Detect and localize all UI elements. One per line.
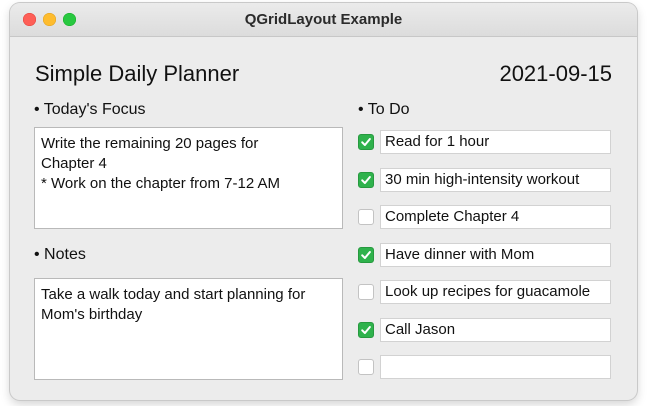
notes-text-area[interactable]: Take a walk today and start planning for… [34, 278, 343, 380]
todo-item: Have dinner with Mom [358, 243, 612, 267]
todo-checkbox[interactable] [358, 284, 374, 300]
planner-date: 2021-09-15 [499, 61, 612, 86]
todo-checkbox[interactable] [358, 359, 374, 375]
window-title: QGridLayout Example [244, 11, 403, 28]
todo-item: Call Jason [358, 318, 612, 342]
todo-item: Look up recipes for guacamole [358, 280, 612, 304]
todo-item-field[interactable]: Look up recipes for guacamole [380, 280, 611, 304]
todo-item: Read for 1 hour [358, 130, 612, 154]
todo-item-field[interactable]: 30 min high-intensity workout [380, 168, 611, 192]
todo-item: 30 min high-intensity workout [358, 168, 612, 192]
checkmark-icon [361, 138, 371, 146]
todo-item-field[interactable] [380, 355, 611, 379]
checkmark-icon [361, 326, 371, 334]
todo-label: • To Do [358, 101, 410, 118]
checkmark-icon [361, 251, 371, 259]
todo-checkbox[interactable] [358, 247, 374, 263]
notes-label: • Notes [34, 246, 86, 263]
todo-checkbox[interactable] [358, 134, 374, 150]
todo-item-field[interactable]: Have dinner with Mom [380, 243, 611, 267]
todo-item-field[interactable]: Call Jason [380, 318, 611, 342]
todo-item-field[interactable]: Complete Chapter 4 [380, 205, 611, 229]
app-window: QGridLayout Example Simple Daily Planner… [10, 3, 637, 400]
focus-label: • Today's Focus [34, 101, 146, 118]
planner-heading: Simple Daily Planner [35, 61, 240, 86]
title-bar: QGridLayout Example [10, 3, 637, 37]
focus-text-area[interactable]: Write the remaining 20 pages for Chapter… [34, 127, 343, 229]
todo-item [358, 355, 612, 379]
todo-item-field[interactable]: Read for 1 hour [380, 130, 611, 154]
checkmark-icon [361, 176, 371, 184]
todo-checkbox[interactable] [358, 322, 374, 338]
todo-item: Complete Chapter 4 [358, 205, 612, 229]
todo-checkbox[interactable] [358, 209, 374, 225]
todo-checkbox[interactable] [358, 172, 374, 188]
